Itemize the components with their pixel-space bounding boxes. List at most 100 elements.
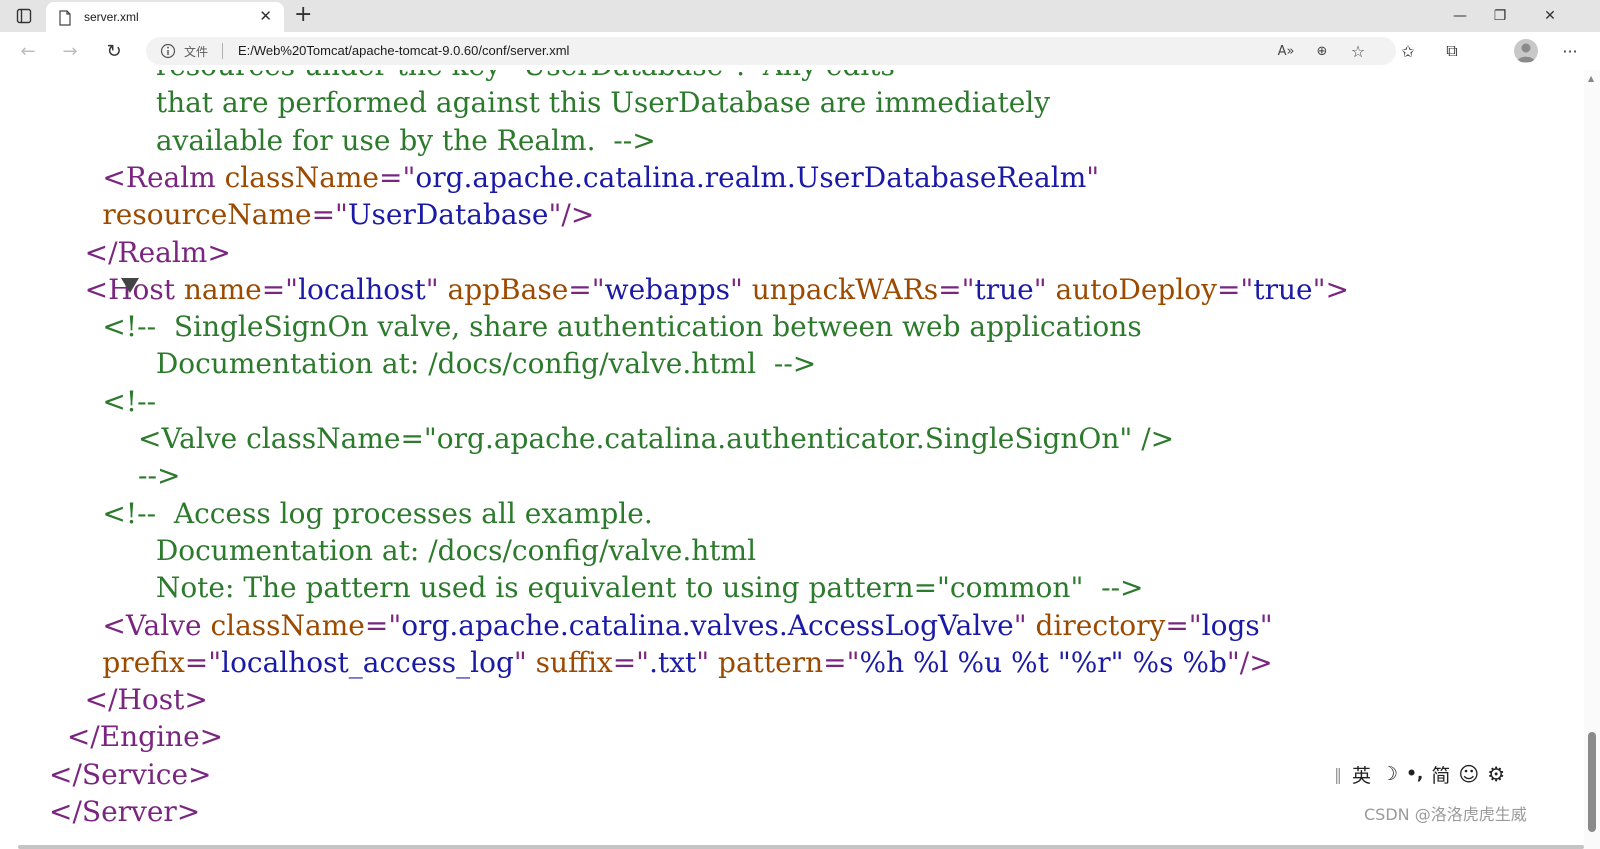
xml-token: logs bbox=[1201, 608, 1260, 642]
xml-token: %h %l %u %t "%r" %s %b bbox=[859, 645, 1227, 679]
xml-indent bbox=[49, 124, 156, 157]
xml-token: UserDatabase bbox=[347, 198, 549, 232]
tab-actions-button[interactable] bbox=[8, 4, 40, 28]
url-text[interactable]: E:/Web%20Tomcat/apache-tomcat-9.0.60/con… bbox=[238, 43, 569, 58]
ime-script-toggle[interactable]: 简 bbox=[1431, 761, 1450, 788]
xml-token: .txt bbox=[649, 645, 697, 679]
xml-indent bbox=[49, 347, 156, 380]
xml-indent bbox=[49, 497, 102, 530]
xml-token: =" bbox=[364, 608, 402, 642]
back-button[interactable]: ← bbox=[16, 39, 40, 63]
xml-line: that are performed against this UserData… bbox=[49, 84, 1050, 121]
browser-toolbar: ← → ↻ 文件 E:/Web%20Tomcat/apache-tomcat-9… bbox=[0, 32, 1600, 71]
xml-indent bbox=[49, 385, 102, 418]
xml-token: autoDeploy bbox=[1046, 272, 1217, 306]
xml-viewer: resources under the key "UserDatabase". … bbox=[0, 70, 1584, 849]
xml-indent bbox=[49, 646, 102, 679]
xml-token: " bbox=[425, 272, 439, 306]
xml-token: Note: The pattern used is equivalent to … bbox=[155, 571, 1144, 605]
xml-line: prefix="localhost_access_log" suffix=".t… bbox=[49, 644, 1272, 681]
settings-icon[interactable]: ⚙ bbox=[1487, 762, 1505, 786]
xml-line: resourceName="UserDatabase"/> bbox=[49, 196, 594, 233]
address-bar[interactable]: 文件 E:/Web%20Tomcat/apache-tomcat-9.0.60/… bbox=[146, 37, 1396, 65]
xml-token: </Engine> bbox=[66, 720, 224, 754]
new-tab-button[interactable]: + bbox=[294, 3, 312, 27]
xml-indent bbox=[49, 236, 85, 269]
vertical-scrollbar[interactable]: ▲ bbox=[1584, 70, 1600, 849]
fold-toggle-icon[interactable] bbox=[121, 278, 139, 293]
profile-avatar[interactable] bbox=[1514, 39, 1538, 63]
ime-toolbar: ‖ 英 ☽ •, 简 ☺ ⚙ bbox=[1330, 760, 1540, 788]
xml-line: <Valve className="org.apache.catalina.va… bbox=[49, 607, 1273, 644]
xml-token: =" bbox=[184, 645, 222, 679]
xml-token: unpackWARs bbox=[742, 272, 939, 306]
zoom-icon[interactable]: ⊕ bbox=[1312, 41, 1332, 61]
xml-token: Documentation at: /docs/config/valve.htm… bbox=[155, 533, 757, 567]
add-favorite-icon[interactable]: ☆ bbox=[1348, 41, 1368, 61]
xml-line: </Engine> bbox=[49, 718, 223, 755]
xml-indent bbox=[49, 720, 67, 753]
xml-line: <!-- bbox=[49, 383, 156, 420]
scroll-thumb[interactable] bbox=[1588, 732, 1596, 832]
xml-token: name bbox=[174, 272, 262, 306]
xml-indent bbox=[49, 683, 85, 716]
xml-line: </Service> bbox=[49, 756, 212, 793]
info-icon[interactable] bbox=[160, 43, 176, 59]
moon-icon[interactable]: ☽ bbox=[1381, 763, 1398, 785]
xml-indent bbox=[49, 86, 156, 119]
xml-line: resources under the key "UserDatabase". … bbox=[49, 70, 895, 84]
xml-token: <Valve className="org.apache.catalina.au… bbox=[138, 422, 1175, 455]
xml-token: =" bbox=[1216, 272, 1254, 306]
xml-token: " bbox=[1259, 608, 1273, 642]
xml-token: suffix bbox=[526, 645, 613, 679]
tab-actions-icon bbox=[16, 8, 32, 24]
ime-language-toggle[interactable]: 英 bbox=[1352, 761, 1371, 788]
xml-token: </Realm> bbox=[84, 235, 231, 269]
xml-token: that are performed against this UserData… bbox=[155, 86, 1051, 120]
watermark: CSDN @洛洛虎虎生威 bbox=[1364, 805, 1527, 824]
forward-button[interactable]: → bbox=[58, 39, 82, 63]
xml-indent bbox=[49, 161, 102, 194]
xml-line: Documentation at: /docs/config/valve.htm… bbox=[49, 345, 816, 382]
restore-button[interactable]: ❐ bbox=[1480, 4, 1520, 28]
xml-line: <!-- SingleSignOn valve, share authentic… bbox=[49, 308, 1142, 345]
xml-token: <!-- Access log processes all example. bbox=[102, 496, 653, 530]
xml-token: </Host> bbox=[84, 683, 208, 717]
xml-token: =" bbox=[311, 198, 348, 232]
minimize-button[interactable]: — bbox=[1440, 4, 1480, 28]
xml-token: </Server> bbox=[49, 795, 201, 828]
xml-token: true bbox=[1253, 272, 1313, 306]
xml-line: Note: The pattern used is equivalent to … bbox=[49, 569, 1144, 606]
read-aloud-icon[interactable]: A» bbox=[1276, 41, 1296, 61]
xml-indent bbox=[49, 422, 138, 455]
punctuation-icon[interactable]: •, bbox=[1406, 764, 1423, 784]
xml-token: </Service> bbox=[49, 757, 212, 791]
file-icon bbox=[59, 10, 71, 26]
collections-icon[interactable]: ⧉ bbox=[1440, 39, 1464, 63]
refresh-button[interactable]: ↻ bbox=[102, 39, 126, 63]
xml-line: available for use by the Realm. --> bbox=[49, 122, 656, 159]
tab-server-xml[interactable]: server.xml ✕ bbox=[46, 2, 284, 32]
tab-title: server.xml bbox=[84, 10, 139, 24]
xml-token: " bbox=[1013, 608, 1027, 642]
close-window-button[interactable]: ✕ bbox=[1530, 4, 1570, 28]
xml-token: <Realm bbox=[102, 160, 216, 194]
scroll-up-icon[interactable]: ▲ bbox=[1588, 74, 1594, 83]
xml-token: webapps bbox=[604, 272, 730, 306]
address-divider bbox=[222, 43, 223, 59]
xml-line: <Valve className="org.apache.catalina.au… bbox=[49, 420, 1174, 457]
xml-token: =" bbox=[1165, 608, 1202, 642]
xml-token: appBase bbox=[438, 272, 569, 306]
xml-token: prefix bbox=[102, 645, 185, 679]
horizontal-scrollbar[interactable] bbox=[18, 845, 1584, 849]
emoji-icon[interactable]: ☺ bbox=[1458, 762, 1479, 786]
tab-close-button[interactable]: ✕ bbox=[259, 7, 272, 25]
xml-indent bbox=[49, 534, 156, 567]
xml-token: " bbox=[696, 645, 710, 679]
xml-token: directory bbox=[1026, 608, 1166, 642]
ime-grip[interactable]: ‖ bbox=[1334, 765, 1342, 784]
xml-indent bbox=[49, 273, 85, 306]
favorites-icon[interactable]: ✩ bbox=[1396, 39, 1420, 63]
more-options-icon[interactable]: ··· bbox=[1558, 39, 1582, 63]
xml-token: <!-- SingleSignOn valve, share authentic… bbox=[102, 310, 1142, 344]
